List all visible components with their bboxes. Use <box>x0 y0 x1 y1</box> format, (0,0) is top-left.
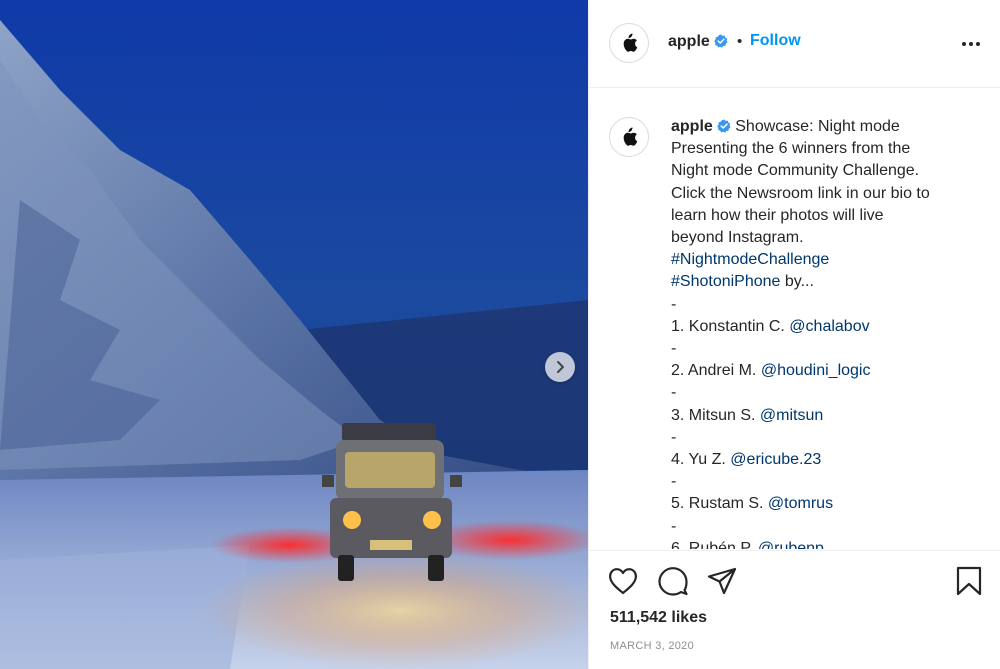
apple-logo-icon <box>623 127 638 146</box>
next-photo-button[interactable] <box>545 352 575 382</box>
comment-button[interactable] <box>657 565 689 597</box>
avatar[interactable] <box>609 23 649 63</box>
winner-name: 3. Mitsun S. <box>671 406 760 424</box>
share-button[interactable] <box>706 565 738 597</box>
comment-icon <box>658 567 688 596</box>
verified-badge-icon <box>713 34 728 48</box>
apple-logo-icon <box>623 33 638 52</box>
caption-line: learn how their photos will live <box>671 206 884 224</box>
mention-link[interactable]: @ericube.23 <box>730 451 821 468</box>
post-date[interactable]: MARCH 3, 2020 <box>610 640 694 652</box>
mention-link[interactable]: @houdini_logic <box>761 362 871 379</box>
follow-button[interactable]: Follow <box>750 32 801 50</box>
caption-line: Presenting the 6 winners from the <box>671 140 911 158</box>
more-options-icon <box>962 42 980 46</box>
verified-badge-icon <box>716 119 731 133</box>
winner-name: 6. Rubén P. <box>671 539 758 549</box>
winner-name: 1. Konstantin C. <box>671 317 790 335</box>
likes-count[interactable]: 511,542 likes <box>610 609 707 627</box>
winner-name: 4. Yu Z. <box>671 451 731 469</box>
caption-line: Showcase: Night mode <box>735 118 900 135</box>
hashtag-link[interactable]: #NightmodeChallenge <box>671 251 829 268</box>
share-icon <box>707 567 737 595</box>
save-button[interactable] <box>953 565 985 597</box>
hashtag-link[interactable]: #ShotoniPhone <box>671 273 780 290</box>
hashtag-suffix: by... <box>780 273 814 291</box>
caption-line: beyond Instagram. <box>671 229 804 247</box>
mention-link[interactable]: @chalabov <box>789 318 869 335</box>
winner-line: 4. Yu Z. @ericube.23 <box>671 449 971 471</box>
caption-avatar[interactable] <box>609 117 649 157</box>
post-actions: 511,542 likes MARCH 3, 2020 <box>589 550 1000 669</box>
dash-line: - <box>671 340 677 358</box>
dash-line: - <box>671 295 677 313</box>
dash-line: - <box>671 384 677 402</box>
mention-link[interactable]: @tomrus <box>768 495 833 512</box>
post-details-panel: apple • Follow apple Showcase: Night mod… <box>588 0 1000 669</box>
post-header: apple • Follow <box>589 0 1000 88</box>
hashtag-line: #ShotoniPhone by... <box>671 271 971 293</box>
winner-line: 1. Konstantin C. @chalabov <box>671 316 971 338</box>
like-button[interactable] <box>607 565 639 597</box>
van <box>322 423 462 581</box>
heart-icon <box>609 568 637 595</box>
separator-dot: • <box>737 33 743 50</box>
caption-line: Night mode Community Challenge. <box>671 162 920 180</box>
winner-line: 5. Rustam S. @tomrus <box>671 493 971 515</box>
comments-section[interactable]: apple Showcase: Night mode Presenting th… <box>589 89 1000 549</box>
winner-line: 6. Rubén P. @rubenp <box>671 538 971 549</box>
mention-link[interactable]: @rubenp <box>758 540 824 549</box>
caption-first-line: apple Showcase: Night mode <box>671 116 971 138</box>
more-options-button[interactable] <box>957 30 985 58</box>
winner-name: 5. Rustam S. <box>671 495 768 513</box>
hashtag-line: #NightmodeChallenge <box>671 249 971 271</box>
night-mode-photo <box>0 0 588 669</box>
username-text[interactable]: apple <box>668 33 710 50</box>
bookmark-icon <box>956 566 982 596</box>
dash-line: - <box>671 517 677 535</box>
caption-line: Click the Newsroom link in our bio to <box>671 184 930 202</box>
winner-line: 3. Mitsun S. @mitsun <box>671 405 971 427</box>
caption-username[interactable]: apple <box>671 118 713 135</box>
winner-name: 2. Andrei M. <box>671 362 761 380</box>
header-username[interactable]: apple <box>668 33 728 51</box>
winner-line: 2. Andrei M. @houdini_logic <box>671 360 971 382</box>
post-photo <box>0 0 588 669</box>
mention-link[interactable]: @mitsun <box>760 407 823 424</box>
caption: apple Showcase: Night mode Presenting th… <box>671 116 971 549</box>
chevron-right-icon <box>557 361 564 373</box>
dash-line: - <box>671 473 677 491</box>
dash-line: - <box>671 428 677 446</box>
